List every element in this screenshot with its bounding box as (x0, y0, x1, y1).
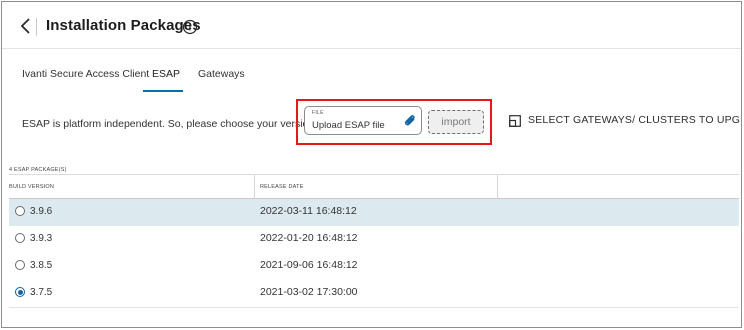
release-date-cell: 2022-01-20 16:48:12 (260, 232, 358, 244)
build-version-cell: 3.9.6 (30, 206, 53, 217)
upgrade-window-icon (509, 114, 521, 127)
esap-packages-table: BUILD VERSION RELEASE DATE 3.9.6 2022-03… (9, 174, 739, 308)
tab-ivanti-secure-access-client[interactable]: Ivanti Secure Access Client (22, 68, 149, 80)
table-row[interactable]: 3.8.5 2021-09-06 16:48:12 (9, 253, 739, 280)
row-radio[interactable] (15, 260, 25, 270)
column-header-release-date: RELEASE DATE (260, 184, 304, 190)
table-header: BUILD VERSION RELEASE DATE (9, 174, 739, 200)
upload-esap-file-field[interactable]: FILE Upload ESAP file (304, 106, 422, 135)
column-header-build-version: BUILD VERSION (9, 184, 55, 190)
chevron-left-icon[interactable] (19, 17, 33, 35)
table-row[interactable]: 3.7.5 2021-03-02 17:30:00 (9, 280, 739, 307)
row-radio-selected[interactable] (15, 287, 25, 297)
file-field-placeholder: Upload ESAP file (312, 120, 385, 131)
release-date-cell: 2021-03-02 17:30:00 (260, 286, 358, 298)
page-title: Installation Packages (46, 17, 201, 34)
build-version-cell: 3.7.5 (30, 287, 53, 298)
info-circle-icon[interactable] (182, 19, 198, 35)
file-field-caption: FILE (312, 110, 324, 116)
header-divider (36, 18, 37, 36)
esap-version-prompt: ESAP is platform independent. So, please… (22, 118, 318, 130)
table-bottom-border (9, 307, 739, 308)
import-button[interactable]: import (428, 110, 484, 134)
paperclip-icon[interactable] (404, 114, 416, 127)
page-header: Installation Packages (2, 2, 741, 49)
build-version-cell: 3.8.5 (30, 260, 53, 271)
table-row[interactable]: 3.9.6 2022-03-11 16:48:12 (9, 199, 739, 226)
tab-bar: Ivanti Secure Access Client ESAP Gateway… (2, 49, 741, 92)
release-date-cell: 2022-03-11 16:48:12 (260, 205, 357, 217)
active-tab-indicator (143, 90, 183, 92)
tab-esap[interactable]: ESAP (152, 68, 180, 80)
tab-gateways[interactable]: Gateways (198, 68, 245, 80)
table-row[interactable]: 3.9.3 2022-01-20 16:48:12 (9, 226, 739, 253)
row-radio[interactable] (15, 233, 25, 243)
select-gateways-label: SELECT GATEWAYS/ CLUSTERS TO UPGRADE (528, 114, 741, 126)
package-count: 4 ESAP PACKAGE(S) (9, 167, 67, 173)
column-divider (497, 175, 498, 200)
release-date-cell: 2021-09-06 16:48:12 (260, 259, 358, 271)
column-divider (254, 175, 255, 200)
row-radio[interactable] (15, 206, 25, 216)
installation-packages-panel: Installation Packages Ivanti Secure Acce… (1, 1, 742, 328)
build-version-cell: 3.9.3 (30, 233, 53, 244)
